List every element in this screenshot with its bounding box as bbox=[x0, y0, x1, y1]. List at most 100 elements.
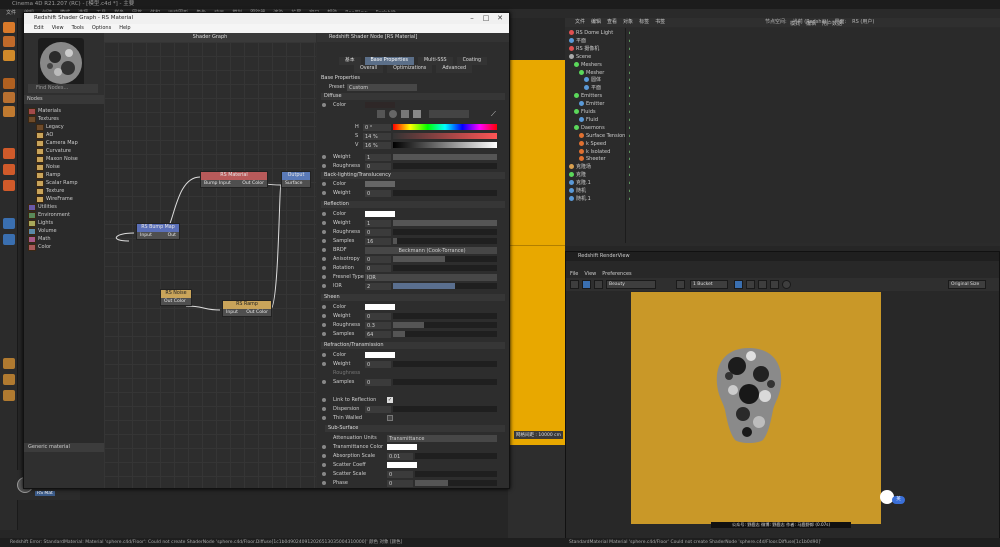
scatter-scale-slider[interactable] bbox=[415, 471, 497, 477]
sheen-samples-slider[interactable] bbox=[393, 331, 497, 337]
thin-walled-checkbox[interactable] bbox=[387, 415, 393, 421]
keyframe-dot[interactable] bbox=[322, 463, 326, 467]
keyframe-dot[interactable] bbox=[322, 362, 326, 366]
sheen-weight-slider[interactable] bbox=[393, 313, 497, 319]
dispersion-slider[interactable] bbox=[393, 406, 497, 412]
node-tree-item[interactable]: Curvature bbox=[24, 148, 71, 155]
graph-canvas[interactable]: RS Material Bump Input Out Color Output S… bbox=[104, 42, 316, 488]
render-refresh-icon[interactable] bbox=[594, 280, 603, 289]
hue-value[interactable]: 0 ° bbox=[363, 123, 391, 131]
properties-tab[interactable]: Coating bbox=[456, 57, 488, 65]
keyframe-dot[interactable] bbox=[322, 266, 326, 270]
diffuse-color-swatch[interactable] bbox=[365, 102, 395, 108]
rgb-hsv-toggle-icon[interactable] bbox=[429, 110, 469, 118]
color-wheel-icon[interactable] bbox=[377, 110, 385, 118]
shader-graph-menu-item[interactable]: Edit bbox=[34, 25, 44, 31]
properties-tab[interactable]: Overall bbox=[353, 65, 384, 73]
channel-icon[interactable] bbox=[758, 280, 767, 289]
aov-dropdown[interactable]: Beauty bbox=[606, 280, 656, 289]
hue-slider[interactable] bbox=[393, 124, 497, 130]
shader-graph-menu-item[interactable]: View bbox=[52, 25, 64, 31]
viewport[interactable] bbox=[508, 60, 565, 445]
ior-slider[interactable] bbox=[393, 283, 497, 289]
ipr-icon[interactable] bbox=[782, 280, 791, 289]
node-tree-item[interactable]: Textures bbox=[24, 116, 59, 123]
shader-graph-menu-item[interactable]: Help bbox=[119, 25, 130, 31]
snap-tool-icon[interactable] bbox=[3, 374, 15, 385]
node-tree-item[interactable]: Scalar Ramp bbox=[24, 180, 78, 187]
renderview-menu-item[interactable]: Preferences bbox=[602, 271, 631, 277]
find-nodes-input[interactable]: Find Nodes... bbox=[28, 84, 98, 93]
picture-icon[interactable] bbox=[413, 110, 421, 118]
sculpt-tool-icon[interactable] bbox=[3, 234, 15, 245]
polygons-mode-icon[interactable] bbox=[3, 106, 15, 117]
sheen-color-swatch[interactable] bbox=[365, 304, 395, 310]
redshift-g-icon[interactable] bbox=[3, 180, 15, 191]
rs-bump-map-node[interactable]: RS Bump Map Input Out bbox=[136, 223, 180, 240]
value-slider[interactable] bbox=[393, 142, 497, 148]
compare-icon[interactable] bbox=[770, 280, 779, 289]
keyframe-dot[interactable] bbox=[322, 353, 326, 357]
node-tree-item[interactable]: Maxon Noise bbox=[24, 156, 78, 163]
node-input-port[interactable]: Input bbox=[140, 232, 152, 239]
eyedropper-icon[interactable]: ⟋ bbox=[491, 110, 499, 118]
refl-weight-slider[interactable] bbox=[393, 220, 497, 226]
brush-tool-icon[interactable] bbox=[3, 218, 15, 229]
move-tool-icon[interactable] bbox=[3, 22, 15, 33]
keyframe-dot[interactable] bbox=[322, 221, 326, 225]
sheen-samples-value[interactable]: 64 bbox=[365, 330, 391, 338]
keyframe-dot[interactable] bbox=[322, 230, 326, 234]
node-output-port[interactable]: Out Color bbox=[164, 298, 186, 305]
node-tree-item[interactable]: Color bbox=[24, 244, 51, 251]
keyframe-dot[interactable] bbox=[322, 103, 326, 107]
keyframe-dot[interactable] bbox=[322, 191, 326, 195]
node-tree-item[interactable]: Ramp bbox=[24, 172, 60, 179]
node-tree-item[interactable]: WireFrame bbox=[24, 196, 73, 203]
keyframe-dot[interactable] bbox=[322, 416, 326, 420]
backlighting-section[interactable]: Back-lighting/Translucency bbox=[321, 172, 505, 179]
anisotropy-value[interactable]: 0 bbox=[365, 255, 391, 263]
keyframe-dot[interactable] bbox=[322, 407, 326, 411]
refraction-section[interactable]: Refraction/Transmission bbox=[321, 342, 505, 349]
keyframe-dot[interactable] bbox=[322, 248, 326, 252]
keyframe-dot[interactable] bbox=[322, 445, 326, 449]
maximize-icon[interactable]: □ bbox=[479, 13, 493, 24]
back-color-swatch[interactable] bbox=[365, 181, 395, 187]
redshift-s-icon[interactable] bbox=[3, 164, 15, 175]
node-input-port[interactable]: Surface bbox=[285, 180, 303, 187]
abs-scale-value[interactable]: 0.01 bbox=[387, 452, 413, 460]
value-value[interactable]: 16 % bbox=[363, 141, 391, 149]
node-output-port[interactable]: Out Color bbox=[246, 309, 268, 316]
back-weight-slider[interactable] bbox=[393, 190, 497, 196]
anisotropy-slider[interactable] bbox=[393, 256, 497, 262]
rs-material-node[interactable]: RS Material Bump Input Out Color bbox=[200, 171, 268, 188]
render-stop-icon[interactable] bbox=[570, 280, 579, 289]
node-input-port[interactable]: Bump Input bbox=[204, 180, 231, 187]
brdf-dropdown[interactable]: Beckmann (Cook-Torrance) bbox=[365, 246, 497, 254]
renderview-menu-item[interactable]: View bbox=[584, 271, 596, 277]
sheen-section[interactable]: Sheen bbox=[321, 294, 505, 301]
phase-value[interactable]: 0 bbox=[387, 479, 413, 487]
keyframe-dot[interactable] bbox=[322, 323, 326, 327]
node-tree-item[interactable]: Noise bbox=[24, 164, 60, 171]
refl-samples-slider[interactable] bbox=[393, 238, 497, 244]
sheen-weight-value[interactable]: 0 bbox=[365, 312, 391, 320]
node-tree-item[interactable]: Math bbox=[24, 236, 51, 243]
keyframe-dot[interactable] bbox=[322, 275, 326, 279]
object-menu-item[interactable]: 文件 bbox=[575, 19, 585, 25]
layout-menu-item[interactable]: 节点空间: bbox=[765, 19, 787, 25]
rs-ramp-node[interactable]: RS Ramp Input Out Color bbox=[222, 300, 272, 317]
shader-graph-menu-item[interactable]: Options bbox=[92, 25, 111, 31]
object-menu-item[interactable]: 标签 bbox=[639, 19, 649, 25]
magnet-tool-icon[interactable] bbox=[3, 358, 15, 369]
sheen-roughness-value[interactable]: 0.3 bbox=[365, 321, 391, 329]
object-menu-item[interactable]: 编辑 bbox=[591, 19, 601, 25]
render-start-icon[interactable] bbox=[582, 280, 591, 289]
snapshot-icon[interactable] bbox=[734, 280, 743, 289]
node-input-port[interactable]: Input bbox=[226, 309, 238, 316]
keyframe-dot[interactable] bbox=[322, 481, 326, 485]
keyframe-dot[interactable] bbox=[322, 257, 326, 261]
atten-units-dropdown[interactable]: Transmittance bbox=[387, 434, 497, 442]
keyframe-dot[interactable] bbox=[322, 314, 326, 318]
redshift-b-icon[interactable] bbox=[3, 148, 15, 159]
